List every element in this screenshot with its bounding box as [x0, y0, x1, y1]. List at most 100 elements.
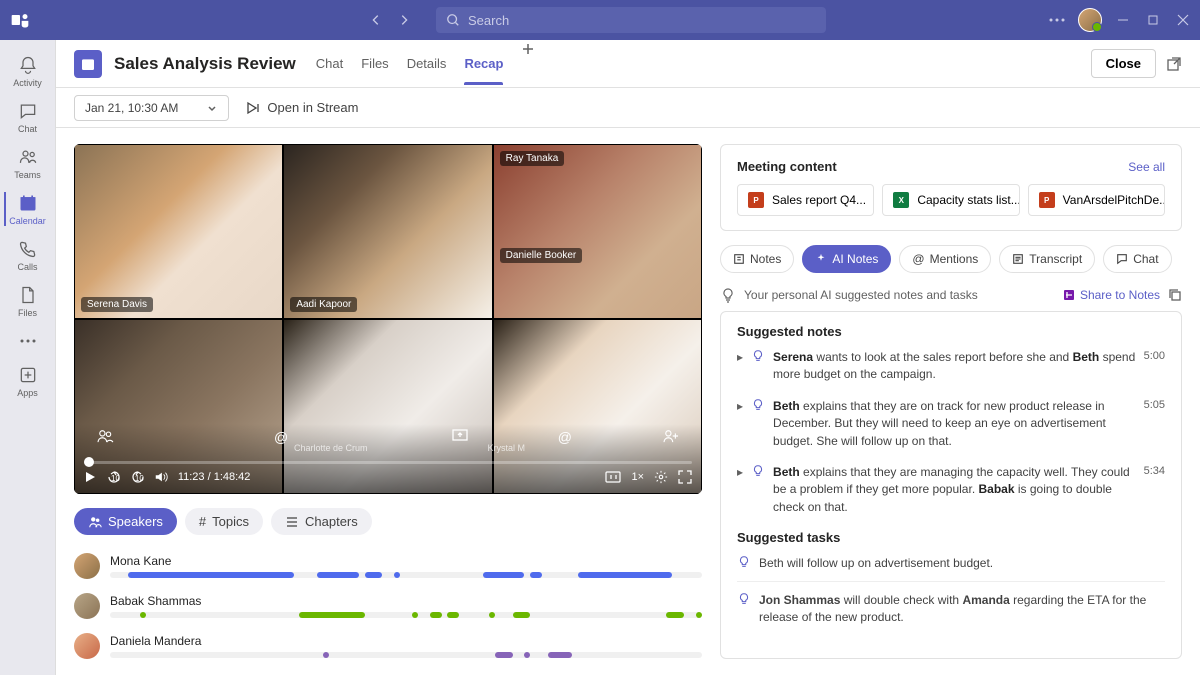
page-header: Sales Analysis Review Chat Files Details… [56, 40, 1200, 88]
speaker-timeline[interactable] [110, 572, 702, 578]
open-in-stream-link[interactable]: Open in Stream [245, 100, 358, 116]
speaker-name: Mona Kane [110, 554, 702, 568]
suggested-note[interactable]: ▸Beth explains that they are on track fo… [737, 398, 1165, 450]
skip-fwd-button[interactable]: 10 [130, 470, 144, 484]
more-button[interactable] [1048, 11, 1066, 29]
fullscreen-button[interactable] [678, 470, 692, 484]
chevron-down-icon [206, 102, 218, 114]
search-icon [446, 13, 460, 27]
pill-chapters[interactable]: Chapters [271, 508, 372, 535]
suggested-task[interactable]: Beth will follow up on advertisement bud… [737, 555, 1165, 581]
tab-chat[interactable]: Chat [316, 42, 343, 85]
meeting-video[interactable]: Serena Davis Aadi Kapoor Ray TanakaDanie… [74, 144, 702, 494]
ai-hint-row: Your personal AI suggested notes and tas… [720, 287, 1182, 303]
user-avatar[interactable] [1078, 8, 1102, 32]
add-tab-button[interactable] [521, 42, 535, 85]
titlebar: Search [0, 0, 1200, 40]
bulb-icon [751, 464, 765, 516]
view-selector: Speakers #Topics Chapters [74, 508, 702, 535]
note-timestamp: 5:05 [1144, 398, 1165, 450]
expand-icon[interactable]: ▸ [737, 349, 743, 384]
meeting-file[interactable]: PSales report Q4... [737, 184, 874, 216]
bulb-icon [751, 398, 765, 450]
close-window-button[interactable] [1174, 11, 1192, 29]
powerpoint-icon: P [748, 192, 764, 208]
speakers-list: Mona Kane Babak Shammas Daniela Mandera [74, 553, 702, 659]
rail-files[interactable]: Files [4, 278, 52, 324]
bulb-icon [751, 349, 765, 384]
rail-calendar[interactable]: Calendar [4, 186, 52, 232]
play-button[interactable] [84, 471, 96, 483]
suggested-note[interactable]: ▸Serena wants to look at the sales repor… [737, 349, 1165, 384]
tab-recap[interactable]: Recap [464, 42, 503, 85]
volume-button[interactable] [154, 470, 168, 484]
expand-icon[interactable]: ▸ [737, 398, 743, 450]
rail-calls[interactable]: Calls [4, 232, 52, 278]
pill-mentions[interactable]: @Mentions [899, 245, 991, 273]
meeting-content-title: Meeting content [737, 159, 837, 174]
speaker-row[interactable]: Daniela Mandera [74, 633, 702, 659]
settings-button[interactable] [654, 470, 668, 484]
teams-logo-icon [8, 8, 32, 32]
speaker-timeline[interactable] [110, 652, 702, 658]
stream-icon [245, 100, 261, 116]
powerpoint-icon: P [1039, 192, 1055, 208]
suggested-note[interactable]: ▸Beth explains that they are managing th… [737, 464, 1165, 516]
speaker-name: Babak Shammas [110, 594, 702, 608]
tab-details[interactable]: Details [407, 42, 447, 85]
note-timestamp: 5:34 [1144, 464, 1165, 516]
nav-forward-button[interactable] [392, 8, 416, 32]
pill-speakers[interactable]: Speakers [74, 508, 177, 535]
app-rail: Activity Chat Teams Calendar Calls Files… [0, 40, 56, 675]
close-button[interactable]: Close [1091, 49, 1156, 78]
search-placeholder: Search [468, 13, 509, 28]
nav-back-button[interactable] [364, 8, 388, 32]
pill-notes[interactable]: Notes [720, 245, 794, 273]
speaker-name: Daniela Mandera [110, 634, 702, 648]
ai-notes-panel: Suggested notes ▸Serena wants to look at… [720, 311, 1182, 659]
video-progress[interactable] [84, 461, 692, 464]
maximize-button[interactable] [1144, 11, 1162, 29]
meeting-file[interactable]: PVanArsdelPitchDe... [1028, 184, 1165, 216]
minimize-button[interactable] [1114, 11, 1132, 29]
pill-chat[interactable]: Chat [1103, 245, 1171, 273]
rail-teams[interactable]: Teams [4, 140, 52, 186]
meeting-file[interactable]: XCapacity stats list... [882, 184, 1019, 216]
participant-name: Serena Davis [81, 297, 153, 312]
rail-more[interactable] [4, 324, 52, 358]
speaker-row[interactable]: Mona Kane [74, 553, 702, 579]
see-all-link[interactable]: See all [1128, 160, 1165, 174]
rail-chat[interactable]: Chat [4, 94, 52, 140]
participant-name: Ray Tanaka [500, 151, 565, 166]
speaker-avatar [74, 593, 100, 619]
excel-icon: X [893, 192, 909, 208]
bulb-icon [737, 555, 751, 572]
popout-button[interactable] [1166, 56, 1182, 72]
pill-transcript[interactable]: Transcript [999, 245, 1095, 273]
bulb-icon [737, 592, 751, 627]
copy-button[interactable] [1168, 288, 1182, 302]
meeting-content-card: Meeting content See all PSales report Q4… [720, 144, 1182, 231]
notes-view-selector: Notes AI Notes @Mentions Transcript Chat [720, 245, 1182, 273]
bulb-icon [720, 287, 736, 303]
suggested-notes-heading: Suggested notes [737, 324, 1165, 339]
pill-topics[interactable]: #Topics [185, 508, 263, 535]
suggested-tasks-heading: Suggested tasks [737, 530, 1165, 545]
rail-activity[interactable]: Activity [4, 48, 52, 94]
page-title: Sales Analysis Review [114, 54, 296, 74]
pill-ai-notes[interactable]: AI Notes [802, 245, 891, 273]
date-dropdown[interactable]: Jan 21, 10:30 AM [74, 95, 229, 121]
participant-name: Aadi Kapoor [290, 297, 357, 312]
tab-files[interactable]: Files [361, 42, 388, 85]
expand-icon[interactable]: ▸ [737, 464, 743, 516]
search-input[interactable]: Search [436, 7, 826, 33]
skip-back-button[interactable]: 10 [106, 470, 120, 484]
rail-apps[interactable]: Apps [4, 358, 52, 404]
captions-button[interactable] [605, 470, 621, 484]
suggested-task[interactable]: Jon Shammas will double check with Amand… [737, 592, 1165, 635]
speed-button[interactable]: 1× [631, 470, 644, 484]
speaker-timeline[interactable] [110, 612, 702, 618]
note-timestamp: 5:00 [1144, 349, 1165, 384]
share-to-notes-button[interactable]: Share to Notes [1062, 288, 1160, 302]
speaker-row[interactable]: Babak Shammas [74, 593, 702, 619]
